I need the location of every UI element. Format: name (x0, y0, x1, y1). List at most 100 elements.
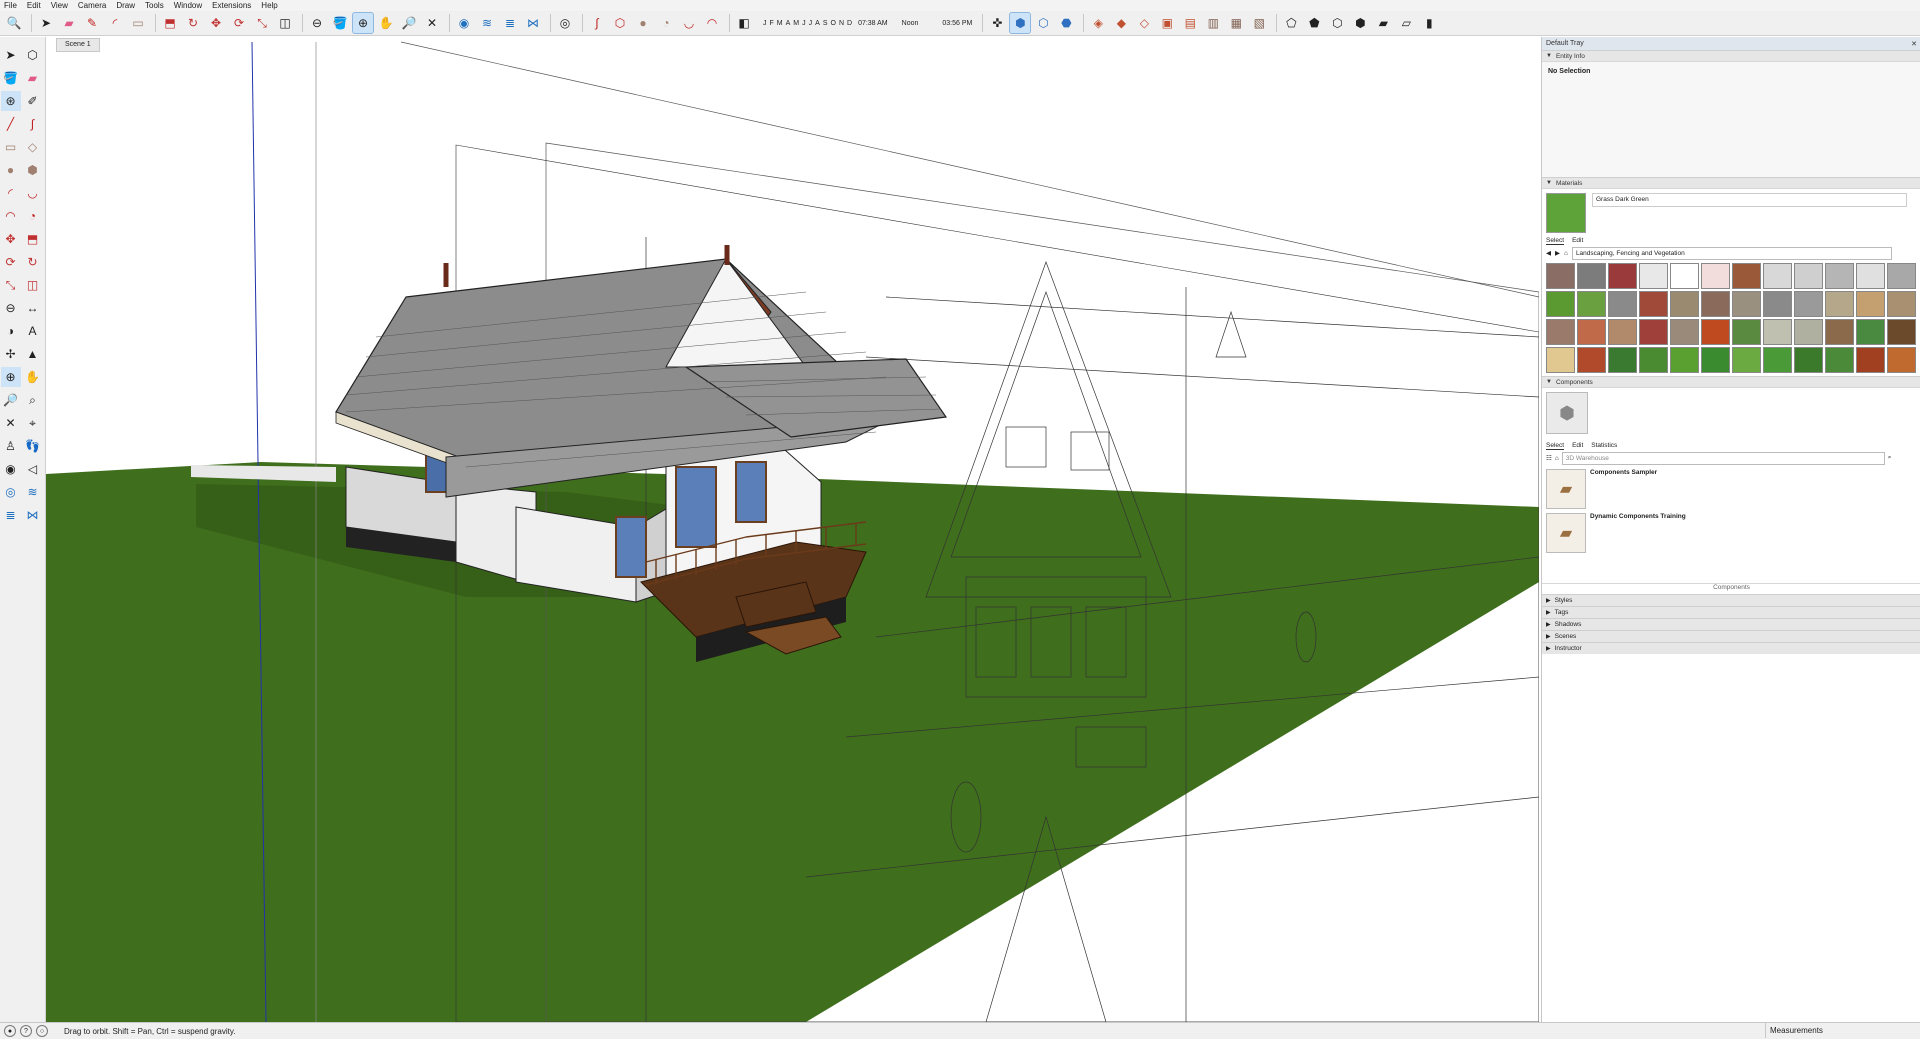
arc-icon[interactable]: ◜ (1, 183, 21, 203)
select-tool-icon[interactable]: ➤ (1, 45, 21, 65)
warehouse-search-input[interactable]: 3D Warehouse (1561, 451, 1885, 465)
offset-icon[interactable]: ◫ (23, 275, 43, 295)
follow-me-icon[interactable]: ↻ (183, 13, 203, 33)
eraser-icon[interactable]: ▰ (59, 13, 79, 33)
layout-icon[interactable]: ≣ (1, 505, 21, 525)
zoom-extents-icon[interactable]: ✕ (1, 413, 21, 433)
material-swatch[interactable] (1887, 347, 1916, 373)
layout-icon[interactable]: ≣ (500, 13, 520, 33)
rotate-icon[interactable]: ⟳ (1, 252, 21, 272)
scene-render[interactable] (46, 37, 1539, 1022)
material-swatch[interactable] (1608, 291, 1637, 317)
extension-manager-icon[interactable]: ⋈ (23, 505, 43, 525)
material-swatch[interactable] (1825, 291, 1854, 317)
solid-subtract-icon[interactable]: ◆ (1111, 13, 1131, 33)
warehouse-icon[interactable]: ◉ (454, 13, 474, 33)
material-swatch[interactable] (1670, 319, 1699, 345)
search-icon[interactable]: 🔍 (4, 13, 24, 33)
outer-shell-icon[interactable]: ▥ (1203, 13, 1223, 33)
material-swatch[interactable] (1887, 291, 1916, 317)
home-icon[interactable]: ⌂ (1564, 250, 1568, 257)
material-swatch[interactable] (1577, 347, 1606, 373)
freehand-icon[interactable]: ∫ (587, 13, 607, 33)
style-hidden-line-icon[interactable]: ⬢ (1350, 13, 1370, 33)
freehand-icon[interactable]: ∫ (23, 114, 43, 134)
material-swatch[interactable] (1546, 319, 1575, 345)
styles-header[interactable]: ▶ Styles (1542, 594, 1920, 606)
three-point-arc-icon[interactable]: ◠ (702, 13, 722, 33)
zoom-extents-icon[interactable]: ✕ (422, 13, 442, 33)
material-swatch[interactable] (1608, 347, 1637, 373)
material-swatch[interactable] (1639, 319, 1668, 345)
tape-measure-icon[interactable]: ⊖ (307, 13, 327, 33)
orbit-small-icon[interactable]: ⊛ (0, 91, 21, 111)
circle-icon[interactable]: ● (633, 13, 653, 33)
material-swatch[interactable] (1639, 291, 1668, 317)
select-tool-icon[interactable]: ➤ (36, 13, 56, 33)
scenes-header[interactable]: ▶ Scenes (1542, 630, 1920, 642)
top-view-icon[interactable]: ⬡ (1033, 13, 1053, 33)
material-swatch[interactable] (1577, 291, 1606, 317)
dimension-icon[interactable]: ↔ (23, 298, 43, 318)
scale-icon[interactable]: ⤡ (1, 275, 21, 295)
instructor-header[interactable]: ▶ Instructor (1542, 642, 1920, 654)
zoom-window-icon[interactable]: ⌕ (23, 390, 43, 410)
orbit-icon[interactable]: ⊕ (0, 367, 21, 387)
material-swatch[interactable] (1763, 263, 1792, 289)
axes-icon[interactable]: ✢ (1, 344, 21, 364)
3d-text-icon[interactable]: ▲ (23, 344, 43, 364)
material-swatch[interactable] (1825, 347, 1854, 373)
walk-icon[interactable]: 👣 (23, 436, 43, 456)
two-point-arc-icon[interactable]: ◡ (23, 183, 43, 203)
extension-warehouse-icon[interactable]: ≋ (23, 482, 43, 502)
iso-view-icon[interactable]: ⬢ (1009, 12, 1032, 34)
menu-help[interactable]: Help (261, 1, 277, 10)
texture-icon[interactable]: ▧ (1249, 13, 1269, 33)
shadows-header[interactable]: ▶ Shadows (1542, 618, 1920, 630)
line-icon[interactable]: ╱ (1, 114, 21, 134)
materials-header[interactable]: ▼ Materials (1542, 177, 1920, 189)
make-component-icon[interactable]: ⬡ (23, 45, 43, 65)
menu-tools[interactable]: Tools (145, 1, 164, 10)
tab-edit[interactable]: Edit (1572, 237, 1583, 244)
material-swatch[interactable] (1577, 319, 1606, 345)
style-monochrome-icon[interactable]: ▮ (1419, 13, 1439, 33)
extension-manager-icon[interactable]: ⋈ (523, 13, 543, 33)
material-swatch[interactable] (1608, 319, 1637, 345)
material-swatch[interactable] (1732, 291, 1761, 317)
material-swatch[interactable] (1763, 347, 1792, 373)
warehouse-icon[interactable]: ◎ (1, 482, 21, 502)
material-swatch[interactable] (1825, 319, 1854, 345)
menu-camera[interactable]: Camera (78, 1, 106, 10)
solid-union-icon[interactable]: ◈ (1088, 13, 1108, 33)
pan-icon[interactable]: ✋ (376, 13, 396, 33)
material-swatch[interactable] (1546, 347, 1575, 373)
orbit-icon[interactable]: ⊕ (352, 12, 374, 34)
pie-icon[interactable]: ◔ (656, 13, 676, 33)
component-item[interactable]: ▰ Dynamic Components Training (1542, 509, 1920, 553)
scene-tab[interactable]: Scene 1 (56, 38, 100, 52)
view-options-icon[interactable]: ☷ (1546, 454, 1552, 462)
tab-select[interactable]: Select (1546, 442, 1565, 450)
material-swatch[interactable] (1763, 319, 1792, 345)
material-swatch[interactable] (1701, 347, 1730, 373)
rotated-rectangle-icon[interactable]: ◇ (23, 137, 43, 157)
two-point-arc-icon[interactable]: ◡ (679, 13, 699, 33)
library-dropdown[interactable]: Landscaping, Fencing and Vegetation (1571, 246, 1892, 260)
sandbox-icon[interactable]: ▦ (1226, 13, 1246, 33)
protractor-icon[interactable]: ◑ (1, 321, 21, 341)
previous-view-icon[interactable]: ⌖ (23, 413, 43, 433)
material-swatch[interactable] (1701, 263, 1730, 289)
tab-select[interactable]: Select (1546, 237, 1565, 245)
close-icon[interactable]: ✕ (1911, 40, 1917, 48)
section-plane-icon[interactable]: ◁ (23, 459, 43, 479)
arc-icon[interactable]: ◜ (105, 13, 125, 33)
material-swatch[interactable] (1732, 347, 1761, 373)
material-swatch[interactable] (1794, 347, 1823, 373)
material-swatch[interactable] (1887, 319, 1916, 345)
style-backedges-icon[interactable]: ⬟ (1304, 13, 1324, 33)
push-pull-icon[interactable]: ⬒ (23, 229, 43, 249)
material-swatch[interactable] (1887, 263, 1916, 289)
material-swatch[interactable] (1856, 291, 1885, 317)
push-pull-icon[interactable]: ⬒ (160, 13, 180, 33)
